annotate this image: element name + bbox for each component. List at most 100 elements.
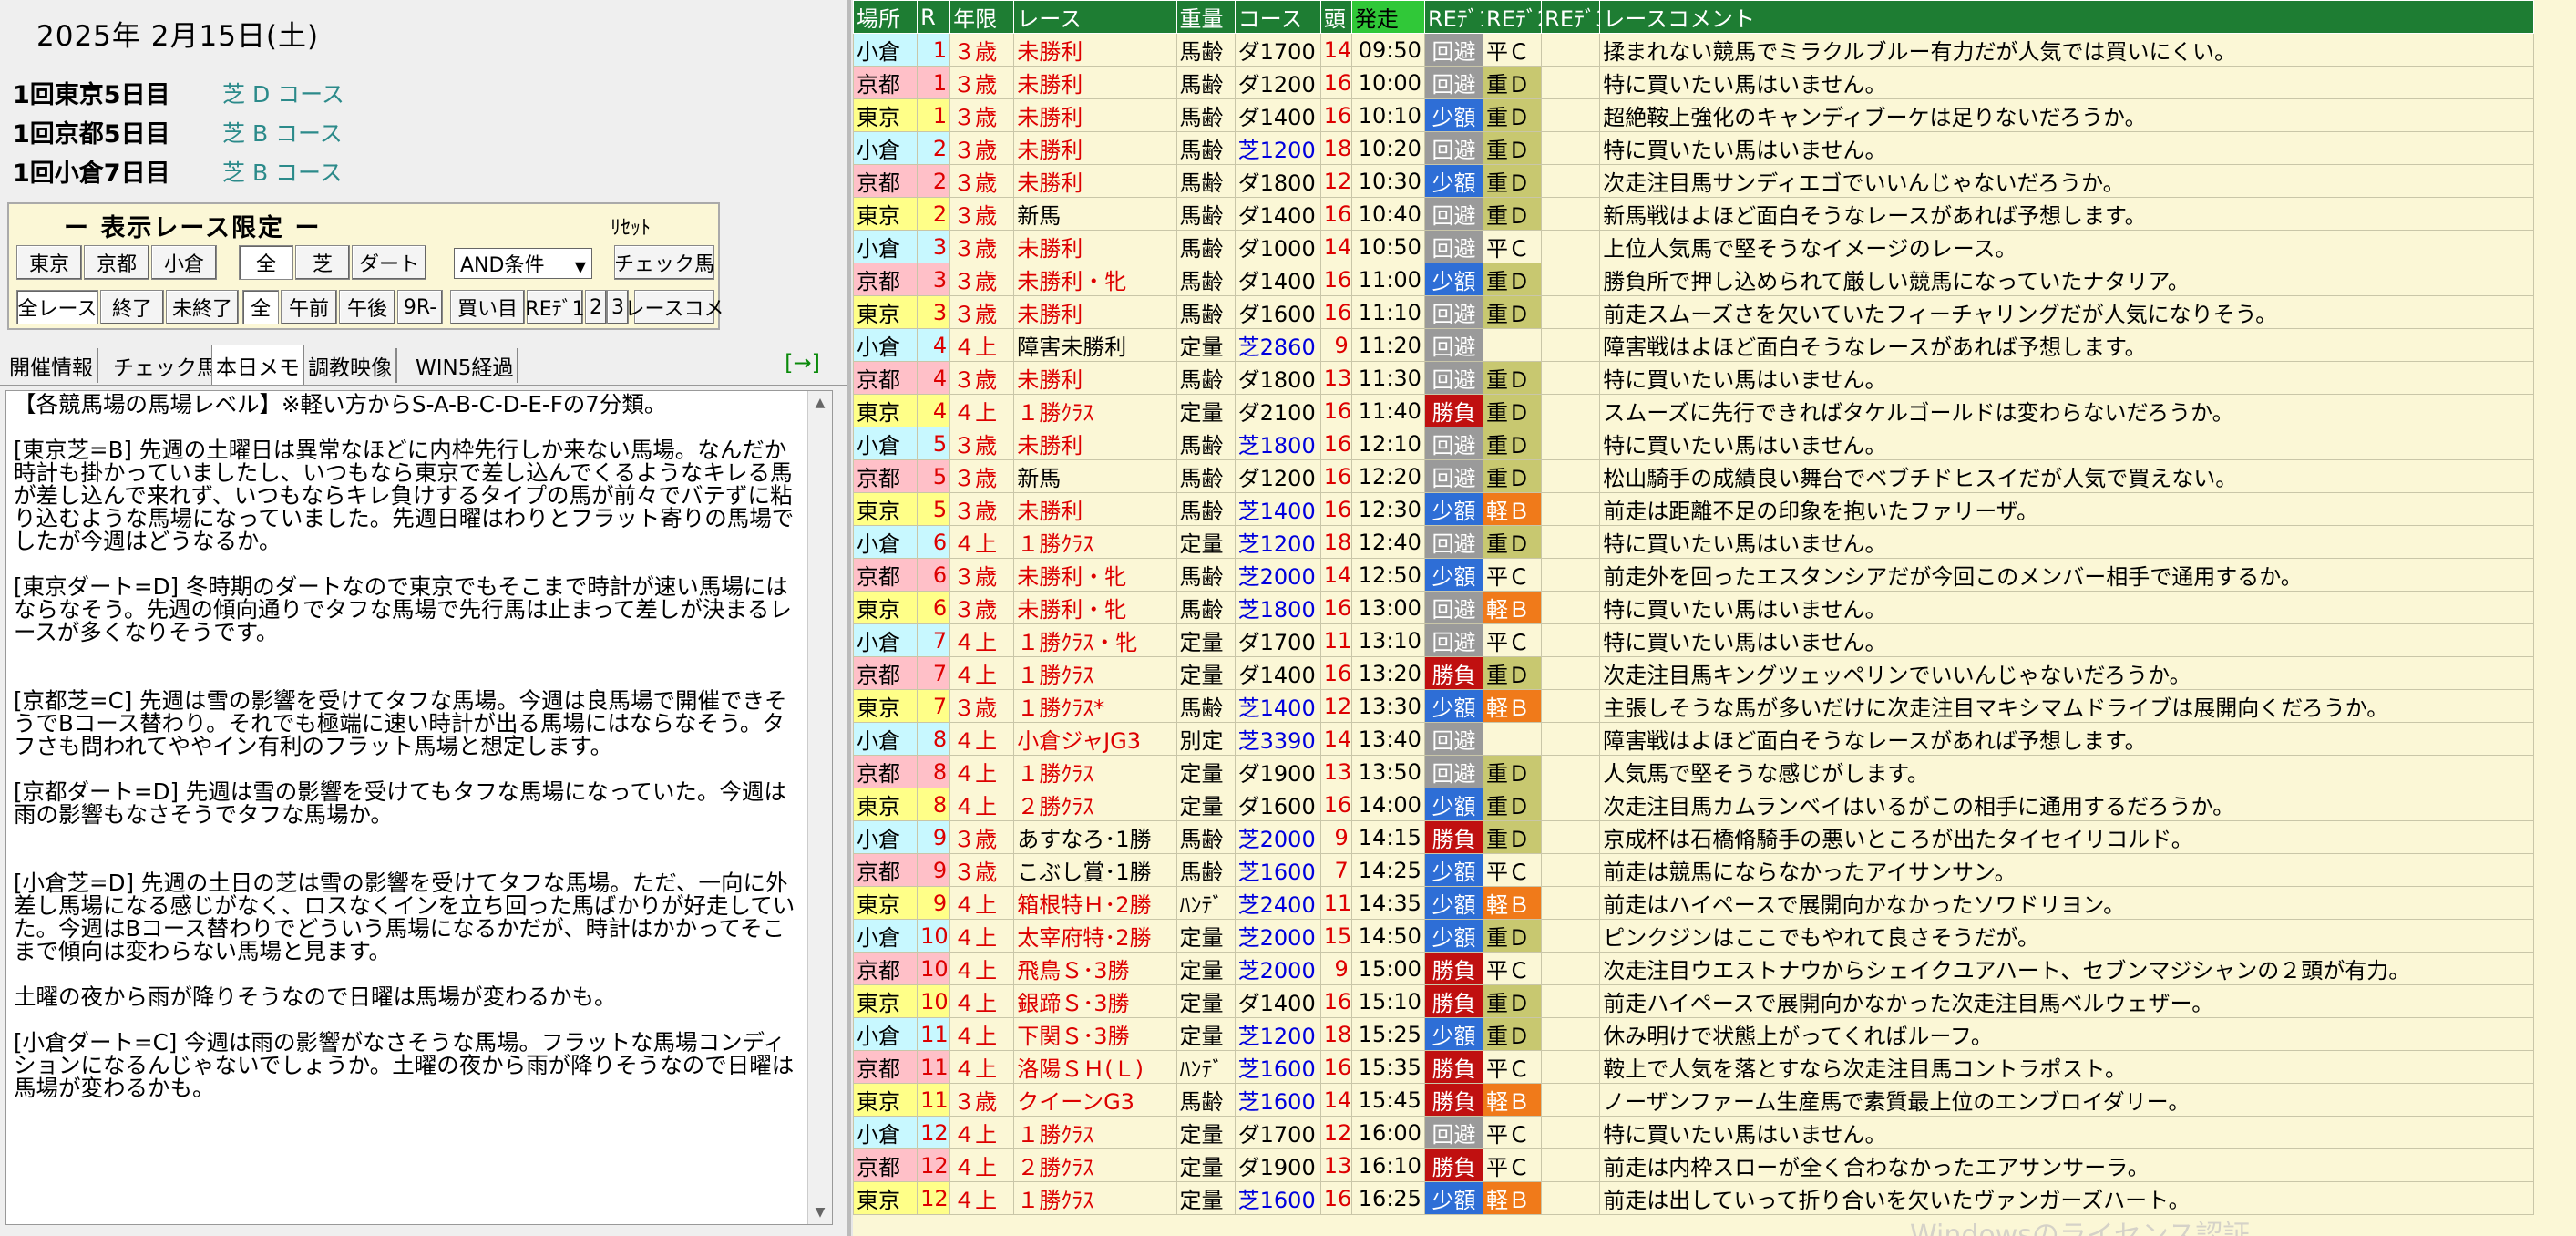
weight-cell: 定量 [1175, 1181, 1236, 1215]
buy-button[interactable]: 買い目 [450, 290, 525, 324]
table-row[interactable]: 京都 1 ３歳 未勝利 馬齢 ダ1200 16 10:00 回避 重Ｄ 特に買いたい馬はいません。 [853, 66, 2534, 99]
race-number-cell: 10 [917, 952, 951, 985]
table-row[interactable]: 小倉 11 ４上 下関Ｓ･3勝 定量 芝1200 18 15:25 少額 重Ｄ 休み明けで状態上がっ… [853, 1017, 2534, 1051]
red2-button[interactable]: 2 [585, 290, 607, 324]
condition-select[interactable]: AND条件 ▼ [454, 248, 592, 279]
post-time-cell: 13:40 [1350, 722, 1425, 756]
venue-tokyo-button[interactable]: 東京 [16, 245, 82, 280]
table-row[interactable]: 東京 10 ４上 銀蹄Ｓ･3勝 定量 ダ1400 16 15:10 勝負 重Ｄ 前走ハイペースで展開… [853, 984, 2534, 1018]
rating2-cell: 重Ｄ [1483, 788, 1543, 821]
table-row[interactable]: 東京 8 ４上 ２勝ｸﾗｽ 定量 ダ1600 16 14:00 少額 重Ｄ 次走注目馬カムランベイは… [853, 788, 2534, 821]
weight-cell: 馬齢 [1175, 820, 1236, 854]
memo-scrollbar[interactable]: ▲ ▼ [807, 391, 832, 1224]
rating2-cell [1483, 328, 1543, 362]
race-number-cell: 12 [917, 1181, 951, 1215]
column-header[interactable]: 場所 [853, 0, 919, 34]
table-row[interactable]: 小倉 9 ３歳 あすなろ･1勝 馬齢 芝2000 9 14:15 勝負 重Ｄ 京成杯は石橋脩騎手の悪… [853, 820, 2534, 854]
table-row[interactable]: 小倉 8 ４上 小倉ジャJG3 別定 芝3390 14 13:40 回避 障害戦はよほど面白そうな… [853, 722, 2534, 756]
pane-splitter[interactable] [847, 0, 851, 1236]
table-row[interactable]: 小倉 6 ４上 １勝ｸﾗｽ 定量 芝1200 18 12:40 回避 重Ｄ 特に買いたい馬はいません… [853, 525, 2534, 559]
surface-all-button[interactable]: 全 [239, 245, 293, 280]
table-row[interactable]: 小倉 2 ３歳 未勝利 馬齢 芝1200 18 10:20 回避 重Ｄ 特に買いたい馬はいません。 [853, 131, 2534, 165]
surface-turf-button[interactable]: 芝 [295, 245, 350, 280]
reset-button[interactable]: ﾘｾｯﾄ [611, 211, 651, 241]
table-row[interactable]: 京都 12 ４上 ２勝ｸﾗｽ 定量 ダ1900 13 16:10 勝負 平Ｃ 前走は内枠スローが全く… [853, 1148, 2534, 1182]
table-row[interactable]: 京都 3 ３歳 未勝利・牝 馬齢 ダ1400 16 11:00 少額 重Ｄ 勝負所で押し込められて厳… [853, 263, 2534, 296]
table-row[interactable]: 小倉 5 ３歳 未勝利 馬齢 芝1800 16 12:10 回避 重Ｄ 特に買いたい馬はいません。 [853, 427, 2534, 460]
table-row[interactable]: 小倉 3 ３歳 未勝利 馬齢 ダ1000 14 10:50 回避 平Ｃ 上位人気馬で堅そうなイメージ… [853, 230, 2534, 263]
status-all-button[interactable]: 全レース [16, 290, 98, 324]
time-9r-button[interactable]: 9R- [397, 290, 443, 324]
post-time-cell: 15:45 [1350, 1083, 1425, 1117]
scroll-up-icon[interactable]: ▲ [808, 391, 832, 415]
table-row[interactable]: 東京 11 ３歳 クイーンG3 馬齢 芝1600 14 15:45 勝負 軽Ｂ ノーザンファーム生産… [853, 1083, 2534, 1117]
column-header[interactable]: REﾃﾞ1 [1423, 0, 1484, 34]
tab-win5-progress[interactable]: WIN5経過 [412, 348, 519, 383]
race-comment-cell: 前走は競馬にならなかったアイサンサン。 [1599, 853, 2534, 887]
table-row[interactable]: 東京 1 ３歳 未勝利 馬齢 ダ1400 16 10:10 少額 重Ｄ 超絶鞍上強化のキャンディブー… [853, 98, 2534, 132]
table-row[interactable]: 小倉 1 ３歳 未勝利 馬齢 ダ1700 14 09:50 回避 平Ｃ 揉まれない競馬でミラクルブル… [853, 33, 2534, 67]
table-row[interactable]: 小倉 4 ４上 障害未勝利 定量 芝2860 9 11:20 回避 障害戦はよほど面白そうなレース… [853, 328, 2534, 362]
column-header[interactable]: コース [1234, 0, 1321, 34]
memo-textarea[interactable]: 【各競馬場の馬場レベル】※軽い方からS-A-B-C-D-E-Fの7分類。 [東京… [5, 390, 833, 1225]
table-row[interactable]: 東京 3 ３歳 未勝利 馬齢 ダ1600 16 11:10 回避 重Ｄ 前走スムーズさを欠いていたフ… [853, 295, 2534, 329]
venue-kokura-button[interactable]: 小倉 [151, 245, 217, 280]
table-row[interactable]: 京都 11 ４上 洛陽ＳＨ(Ｌ) ﾊﾝﾃﾞ 芝1600 16 15:35 勝負 平Ｃ 鞍上で人気を落… [853, 1050, 2534, 1084]
race-comment-cell: 京成杯は石橋脩騎手の悪いところが出たタイセイリコルド。 [1599, 820, 2534, 854]
age-cell: ４上 [949, 1148, 1015, 1182]
tab-today-memo[interactable]: 本日メモ [211, 345, 304, 385]
tab-meet-info[interactable]: 開催情報 [5, 348, 98, 383]
rating3-cell [1541, 1148, 1601, 1182]
table-row[interactable]: 東京 5 ３歳 未勝利 馬齢 芝1400 16 12:30 少額 軽Ｂ 前走は距離不足の印象を抱いた… [853, 492, 2534, 526]
weight-cell: 馬齢 [1175, 459, 1236, 493]
status-finished-button[interactable]: 終了 [100, 290, 164, 324]
table-row[interactable]: 小倉 7 ４上 １勝ｸﾗｽ・牝 定量 ダ1700 11 13:10 回避 平Ｃ 特に買いたい馬はいま… [853, 623, 2534, 657]
table-row[interactable]: 東京 6 ３歳 未勝利・牝 馬齢 芝1800 16 13:00 回避 軽Ｂ 特に買いたい馬はいません… [853, 591, 2534, 624]
rating1-cell: 少額 [1423, 1017, 1484, 1051]
post-time-cell: 12:40 [1350, 525, 1425, 559]
table-row[interactable]: 東京 9 ４上 箱根特Ｈ･2勝 ﾊﾝﾃﾞ 芝2400 11 14:35 少額 軽Ｂ 前走はハイペース… [853, 886, 2534, 920]
column-header[interactable]: 頭 [1319, 0, 1352, 34]
tab-arrow-button[interactable]: [→] [785, 350, 820, 376]
scroll-down-icon[interactable]: ▼ [808, 1200, 832, 1224]
activation-watermark: Windowsのライセンス認証 [1910, 1220, 2251, 1236]
column-header[interactable]: レースコメント [1599, 0, 2534, 34]
surface-dirt-button[interactable]: ダート [352, 245, 426, 280]
table-row[interactable]: 京都 6 ３歳 未勝利・牝 馬齢 芝2000 14 12:50 少額 平Ｃ 前走外を回ったエスタンシ… [853, 558, 2534, 592]
course-cell: 芝2400 [1234, 886, 1321, 920]
table-row[interactable]: 京都 9 ３歳 こぶし賞･1勝 馬齢 芝1600 7 14:25 少額 平Ｃ 前走は競馬にならなかっ… [853, 853, 2534, 887]
table-row[interactable]: 京都 4 ３歳 未勝利 馬齢 ダ1800 13 11:30 回避 重Ｄ 特に買いたい馬はいません。 [853, 361, 2534, 395]
table-row[interactable]: 京都 10 ４上 飛鳥Ｓ･3勝 定量 芝2000 9 15:00 勝負 平Ｃ 次走注目ウエストナウか… [853, 952, 2534, 985]
check-horse-button[interactable]: チェック馬 [614, 245, 714, 280]
race-comment-button[interactable]: レースコメ [625, 290, 724, 324]
column-header[interactable]: 発走 [1350, 0, 1425, 34]
table-row[interactable]: 小倉 12 ４上 １勝ｸﾗｽ 定量 ダ1700 12 16:00 回避 平Ｃ 特に買いたい馬はいませ… [853, 1116, 2534, 1149]
column-header[interactable]: 年限 [949, 0, 1015, 34]
column-header[interactable]: レース [1013, 0, 1177, 34]
race-number-cell: 9 [917, 853, 951, 887]
table-row[interactable]: 京都 5 ３歳 新馬 馬齢 ダ1200 16 12:20 回避 重Ｄ 松山騎手の成績良い舞台でベブチ… [853, 459, 2534, 493]
column-header[interactable]: R [917, 0, 951, 34]
table-row[interactable]: 東京 4 ４上 １勝ｸﾗｽ 定量 ダ2100 16 11:40 勝負 重Ｄ スムーズに先行できればタ… [853, 394, 2534, 427]
status-unfinished-button[interactable]: 未終了 [166, 290, 239, 324]
column-header[interactable]: 重量 [1175, 0, 1236, 34]
column-header[interactable]: REﾃﾞ2 [1483, 0, 1543, 34]
venue-cell: 京都 [853, 263, 919, 296]
venue-kyoto-button[interactable]: 京都 [84, 245, 149, 280]
table-row[interactable]: 東京 12 ４上 １勝ｸﾗｽ 定量 芝1600 16 16:25 少額 軽Ｂ 前走は出していって折り… [853, 1181, 2534, 1215]
time-all-button[interactable]: 全 [242, 290, 279, 324]
table-row[interactable]: 東京 7 ３歳 １勝ｸﾗｽ* 馬齢 芝1400 12 13:30 少額 軽Ｂ 主張しそうな馬が多いだ… [853, 689, 2534, 723]
tab-check-horse[interactable]: チェック馬 [109, 348, 223, 383]
time-morning-button[interactable]: 午前 [281, 290, 337, 324]
red1-button[interactable]: REﾃﾞ1 [525, 290, 585, 324]
table-row[interactable]: 東京 2 ３歳 新馬 馬齢 ダ1400 16 10:40 回避 重Ｄ 新馬戦はよほど面白そうなレース… [853, 197, 2534, 231]
table-row[interactable]: 京都 2 ３歳 未勝利 馬齢 ダ1800 12 10:30 少額 重Ｄ 次走注目馬サンディエゴでいい… [853, 164, 2534, 198]
table-row[interactable]: 京都 7 ４上 １勝ｸﾗｽ 定量 ダ1400 16 13:20 勝負 重Ｄ 次走注目馬キングツェッペ… [853, 656, 2534, 690]
time-afternoon-button[interactable]: 午後 [339, 290, 395, 324]
table-row[interactable]: 小倉 10 ４上 太宰府特･2勝 定量 芝2000 15 14:50 少額 重Ｄ ピンクジンはここで… [853, 919, 2534, 953]
column-header[interactable]: REﾃﾞ3 [1541, 0, 1601, 34]
race-comment-cell: 前走は内枠スローが全く合わなかったエアサンサーラ。 [1599, 1148, 2534, 1182]
table-row[interactable]: 京都 8 ４上 １勝ｸﾗｽ 定量 ダ1900 13 13:50 回避 重Ｄ 人気馬で堅そうな感じがし… [853, 755, 2534, 788]
tab-training-video[interactable]: 調教映像 [304, 348, 397, 383]
post-time-cell: 13:50 [1350, 755, 1425, 788]
